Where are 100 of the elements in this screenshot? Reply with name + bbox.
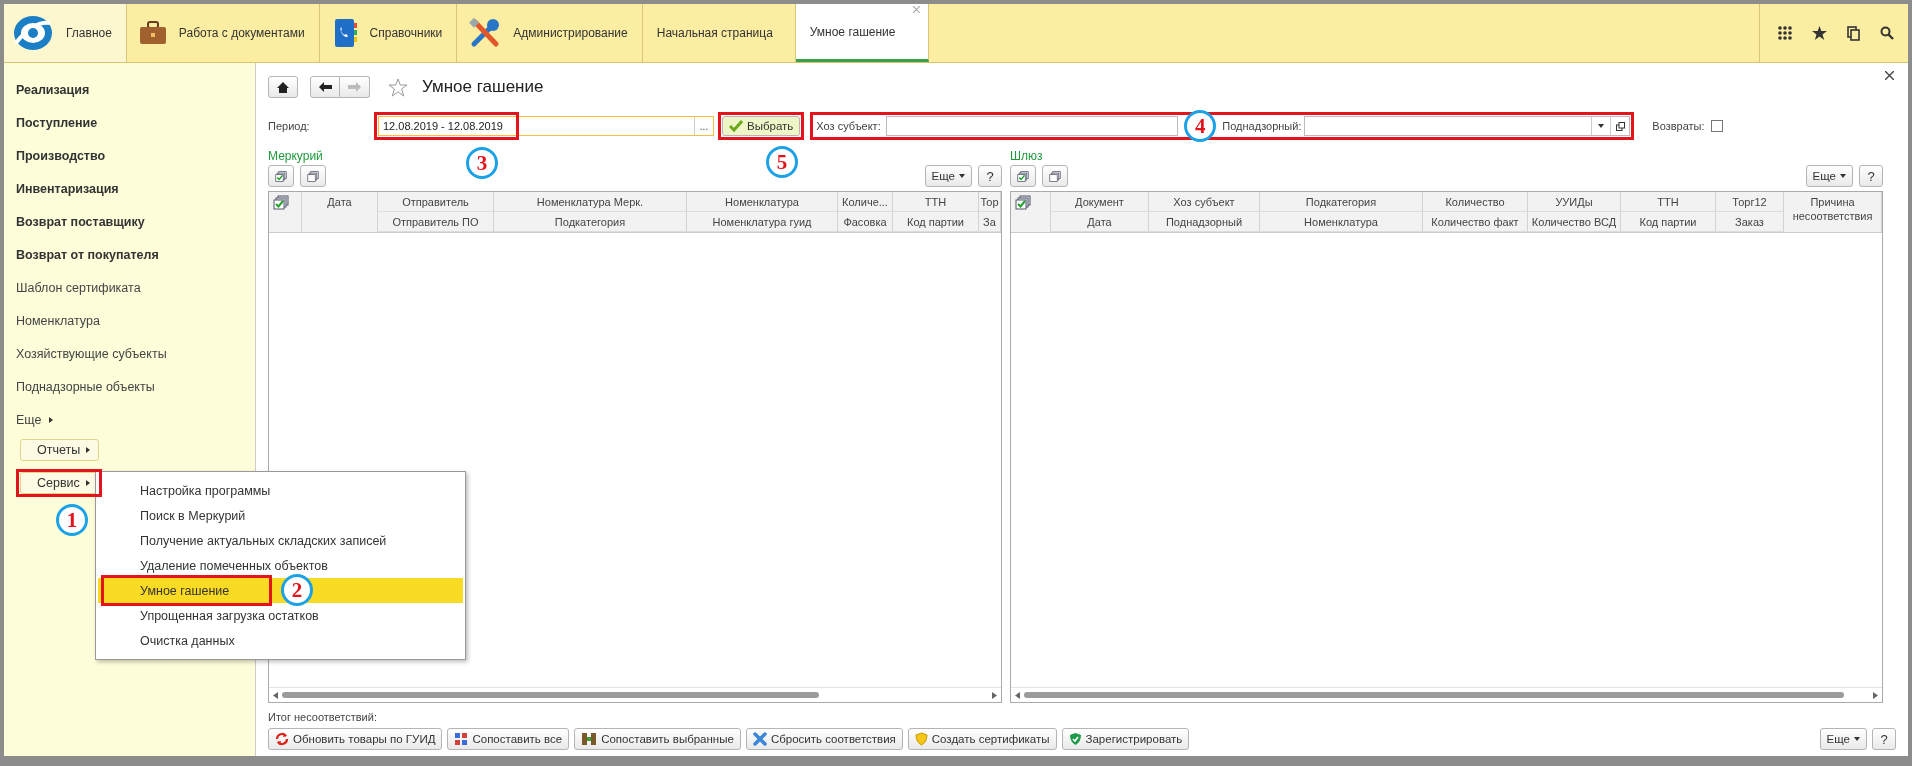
sidebar-item[interactable]: Хозяйствующие субъекты [16, 337, 255, 370]
column-header[interactable]: Торг12 [1716, 192, 1784, 212]
column-header[interactable]: Дата [1051, 212, 1149, 232]
sidebar-item[interactable]: Поступление [16, 106, 255, 139]
scroll-arrow-icon[interactable] [992, 691, 997, 699]
check-all-button[interactable] [268, 165, 294, 187]
column-header[interactable]: Номенклатура Мерк. [494, 192, 687, 212]
form-title: Умное гашение [422, 77, 544, 97]
column-header[interactable]: ТТН [1621, 192, 1716, 212]
sidebar-item[interactable]: Реализация [16, 73, 255, 106]
home-button[interactable] [268, 76, 298, 98]
scroll-arrow-icon[interactable] [1873, 691, 1878, 699]
star-icon[interactable] [1812, 26, 1827, 40]
section-tab[interactable]: Справочники [319, 4, 458, 62]
more-button[interactable]: Еще [1819, 728, 1867, 750]
apps-grid-icon[interactable] [1778, 26, 1792, 40]
menu-item[interactable]: Настройка программы [98, 478, 463, 503]
copy-icon[interactable] [1847, 25, 1860, 41]
column-header[interactable]: Тор [979, 192, 1001, 212]
scroll-arrow-icon[interactable] [1015, 691, 1020, 699]
column-header[interactable]: УУИДы [1528, 192, 1621, 212]
supervised-label: Поднадзорный: [1222, 120, 1303, 132]
sidebar-item[interactable]: Шаблон сертификата [16, 271, 255, 304]
home-icon [277, 81, 289, 93]
help-button[interactable]: ? [1872, 728, 1896, 750]
column-header[interactable]: Подкатегория [494, 212, 687, 232]
column-header[interactable]: Причина несоответствия [1784, 192, 1882, 232]
column-header[interactable]: Код партии [1621, 212, 1716, 232]
supervised-field[interactable] [1304, 116, 1631, 136]
open-window-icon[interactable] [1615, 121, 1625, 131]
close-icon[interactable] [1885, 71, 1894, 80]
scrollbar-thumb[interactable] [1024, 692, 1844, 698]
column-header[interactable]: Количество ВСД [1528, 212, 1621, 232]
column-header[interactable]: За [979, 212, 1001, 232]
column-header[interactable]: Код партии [893, 212, 979, 232]
refresh-icon [275, 732, 289, 746]
column-header[interactable]: ТТН [893, 192, 979, 212]
shield-check-icon [1068, 732, 1082, 746]
sidebar-item[interactable]: Поднадзорные объекты [16, 370, 255, 403]
help-button[interactable]: ? [1859, 165, 1883, 187]
scrollbar-thumb[interactable] [282, 692, 819, 698]
column-header[interactable]: Фасовка [838, 212, 893, 232]
step-number: 2 [281, 574, 313, 606]
search-icon[interactable] [1880, 26, 1894, 40]
column-header[interactable]: Подкатегория [1260, 192, 1423, 212]
check-all-icon [1015, 195, 1031, 210]
menu-item[interactable]: Очистка данных [98, 628, 463, 653]
menu-item[interactable]: Получение актуальных складских записей [98, 528, 463, 553]
sidebar-item[interactable]: Номенклатура [16, 304, 255, 337]
column-header[interactable]: Номенклатура [1260, 212, 1423, 232]
help-button[interactable]: ? [978, 165, 1002, 187]
uncheck-all-button[interactable] [300, 165, 326, 187]
column-header[interactable]: Количество [1423, 192, 1528, 212]
column-header[interactable]: Дата [302, 192, 378, 232]
column-header[interactable]: Номенклатура [687, 192, 838, 212]
caret-icon[interactable] [1598, 124, 1605, 128]
columns-icon [581, 732, 598, 746]
section-tab[interactable]: Администрирование [457, 4, 643, 62]
column-header[interactable]: Количе... [838, 192, 893, 212]
column-header[interactable]: Хоз субъект [1149, 192, 1260, 212]
section-tab[interactable]: Работа с документами [126, 4, 320, 62]
column-header[interactable]: Количество факт [1423, 212, 1528, 232]
sidebar-more-link[interactable]: Еще [16, 403, 54, 436]
period-field[interactable]: 12.08.2019 - 12.08.2019 ... [378, 116, 714, 136]
back-button[interactable] [310, 76, 340, 98]
entity-field[interactable] [886, 116, 1179, 136]
action-button[interactable]: Создать сертификаты [907, 728, 1057, 750]
sidebar-item[interactable]: Возврат поставщику [16, 205, 255, 238]
column-header[interactable]: Отправитель [378, 192, 494, 212]
column-header[interactable]: Отправитель ПО [378, 212, 494, 232]
more-button[interactable]: Еще [924, 165, 972, 187]
open-tab[interactable]: Начальная страница [642, 4, 796, 62]
open-tab[interactable]: Умное гашение [795, 4, 929, 62]
column-header[interactable]: Документ [1051, 192, 1149, 212]
sidebar-item[interactable]: Возврат от покупателя [16, 238, 255, 271]
more-button[interactable]: Еще [1805, 165, 1853, 187]
action-button[interactable]: Обновить товары по ГУИД [268, 728, 443, 750]
sidebar-menu-button[interactable]: Отчеты [20, 439, 100, 461]
uncheck-all-button[interactable] [1042, 165, 1068, 187]
star-icon[interactable] [388, 77, 408, 97]
section-tab[interactable]: Главное [4, 4, 127, 62]
action-button[interactable]: Сопоставить выбранные [574, 728, 741, 750]
scroll-arrow-icon[interactable] [273, 691, 278, 699]
menu-item[interactable]: Поиск в Меркурий [98, 503, 463, 528]
column-header[interactable]: Заказ [1716, 212, 1784, 232]
left-arrow-icon [318, 82, 332, 92]
action-button[interactable]: Сопоставить все [447, 728, 570, 750]
sidebar-item[interactable]: Производство [16, 139, 255, 172]
select-button[interactable]: Выбрать [722, 116, 801, 136]
column-header[interactable]: Номенклатура гуид [687, 212, 838, 232]
step-number: 4 [1184, 110, 1217, 142]
panel-title: Меркурий [268, 149, 323, 165]
action-button[interactable]: Зарегистрировать [1061, 728, 1190, 750]
column-header[interactable]: Поднадзорный [1149, 212, 1260, 232]
returns-checkbox[interactable] [1710, 120, 1723, 132]
sidebar-item[interactable]: Инвентаризация [16, 172, 255, 205]
choose-period-button[interactable]: ... [694, 117, 713, 135]
check-all-button[interactable] [1010, 165, 1036, 187]
menu-item[interactable]: Упрощенная загрузка остатков [98, 603, 463, 628]
action-button[interactable]: Сбросить соответствия [745, 728, 903, 750]
